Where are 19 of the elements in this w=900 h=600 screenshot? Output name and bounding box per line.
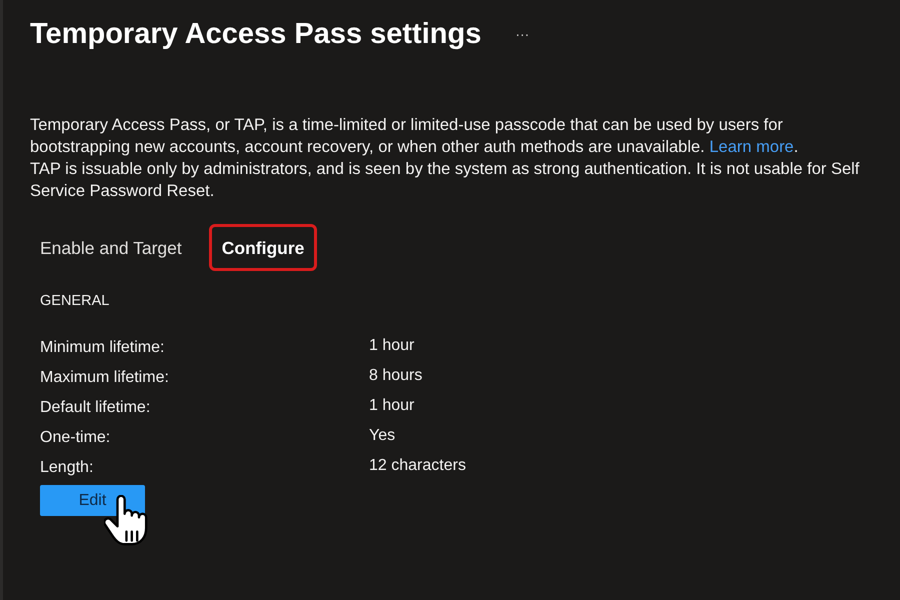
setting-label: Minimum lifetime:: [40, 338, 164, 358]
description-text: TAP is issuable only by administrators, and is seen by the system as strong authentication. It is not usable for Self Service Password Reset.: [30, 159, 860, 202]
tab[interactable]: Enable and Target: [27, 224, 195, 271]
edit-button[interactable]: Edit: [40, 485, 145, 516]
setting-value: 1 hour: [369, 396, 414, 416]
setting-value: 1 hour: [369, 336, 414, 356]
setting-value: 12 characters: [369, 456, 466, 476]
description-text: Temporary Access Pass, or TAP, is a time-limited or limited-use passcode that can be used by users for bootstrapping new accounts, account recovery, or when other auth methods are unavailable. Learn more.: [30, 115, 800, 158]
learn-more-link[interactable]: Learn more: [709, 138, 794, 156]
tab[interactable]: Configure: [208, 224, 318, 271]
setting-value: Yes: [369, 426, 396, 446]
page-title: Temporary Access Pass settings: [30, 17, 482, 52]
setting-label: One-time:: [40, 428, 110, 448]
setting-value: 8 hours: [369, 366, 422, 386]
section-heading: GENERAL: [40, 292, 110, 311]
setting-label: Maximum lifetime:: [40, 368, 169, 388]
more-button[interactable]: ···: [511, 24, 534, 44]
setting-label: Default lifetime:: [40, 398, 150, 418]
setting-label: Length:: [40, 458, 94, 478]
